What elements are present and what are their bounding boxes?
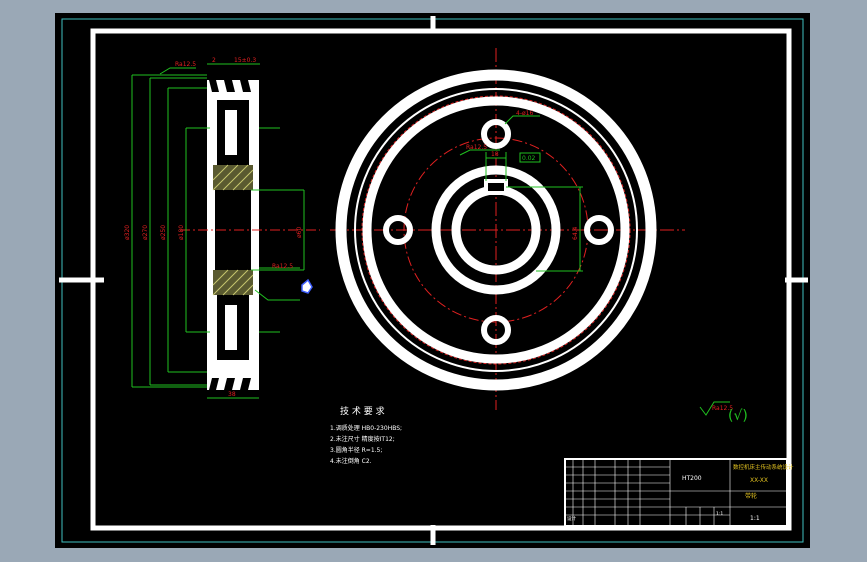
tech-req-item-3: 3.圆角半径 R=1.5; [330, 446, 382, 454]
title-material: HT200 [682, 475, 702, 482]
general-roughness-note: (√) [728, 408, 748, 424]
roughness-side-top: Ra12.5 [175, 61, 196, 68]
dim-d5: ø60 [296, 227, 303, 238]
roughness-front: Ra12.5 [466, 144, 487, 151]
tech-req-item-2: 2.未注尺寸 精度按IT12; [330, 435, 395, 443]
title-designer: 设计 [567, 515, 576, 522]
title-drawing-no: XX-XX [750, 477, 768, 484]
dim-key-depth: 64.4 [572, 226, 579, 240]
dim-key-width: 18 [491, 151, 499, 158]
dim-top-spec: 15±0.3 [234, 57, 256, 64]
dim-hole-dia: 4-ø16 [516, 110, 533, 117]
tech-req-title: 技 术 要 求 [340, 405, 385, 417]
dim-d4: ø180 [178, 225, 185, 240]
title-scale: 1:1 [750, 515, 760, 522]
dim-bottom-width: 38 [228, 391, 236, 398]
dim-top-width: 2 [212, 57, 216, 64]
title-part-name: 带轮 [745, 492, 757, 500]
dim-d3: ø250 [160, 225, 167, 240]
tech-req-item-4: 4.未注倒角 C2. [330, 457, 372, 465]
roughness-side-mid: Ra12.5 [272, 263, 293, 270]
dim-d1: ø320 [124, 225, 131, 240]
cad-drawing-canvas: ø320 ø270 ø250 ø180 ø60 2 15±0.3 38 Ra12… [55, 13, 810, 548]
title-school: 数控机床主传动系统设计 [733, 463, 794, 471]
tech-req-item-1: 1.调质处理 HB0-230HBS; [330, 424, 402, 432]
tolerance-value: 0.02 [522, 155, 536, 162]
dim-d2: ø270 [142, 225, 149, 240]
title-right-bottom: 1:1 [716, 511, 723, 517]
